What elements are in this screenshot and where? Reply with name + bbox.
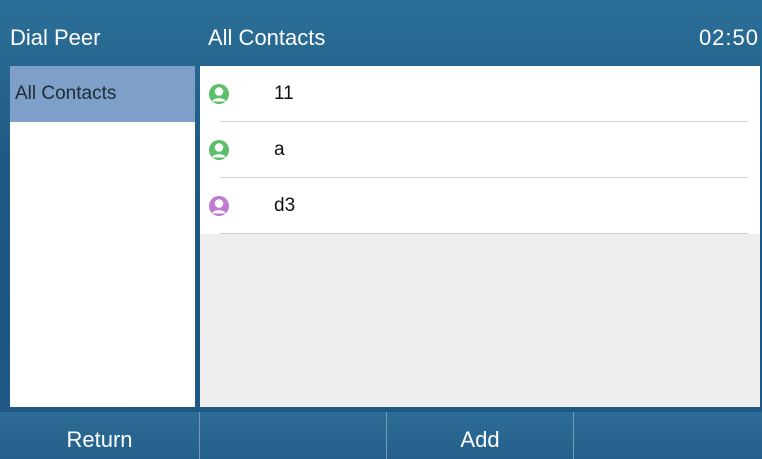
page-title: All Contacts (208, 25, 326, 50)
contact-avatar-icon (209, 196, 229, 216)
contact-avatar-icon (209, 84, 229, 104)
sidebar-item-label: All Contacts (15, 83, 117, 104)
contact-name: a (274, 139, 285, 160)
row-divider (220, 233, 748, 234)
softkey-2-button[interactable] (200, 412, 387, 459)
return-button[interactable]: Return (0, 412, 200, 459)
contact-name: 11 (274, 83, 294, 104)
contact-row-11[interactable]: 11 (200, 66, 760, 122)
contact-name: d3 (274, 195, 296, 216)
title-bar: Dial Peer All Contacts 02:50 (0, 14, 762, 64)
contact-list: 11 a d3 (200, 66, 760, 407)
app-title: Dial Peer (10, 25, 101, 50)
contact-row-d3[interactable]: d3 (200, 178, 760, 234)
sidebar: All Contacts (10, 66, 195, 407)
clock: 02:50 (698, 25, 759, 50)
softkey-4-button[interactable] (574, 412, 762, 459)
sidebar-item-all-contacts[interactable]: All Contacts (10, 66, 195, 122)
contact-row-a[interactable]: a (200, 122, 760, 178)
add-button[interactable]: Add (387, 412, 574, 459)
softkey-bar: Return Add (0, 412, 762, 459)
contact-avatar-icon (209, 140, 229, 160)
phone-screen: Dial Peer All Contacts 02:50 All Contact… (0, 0, 762, 459)
